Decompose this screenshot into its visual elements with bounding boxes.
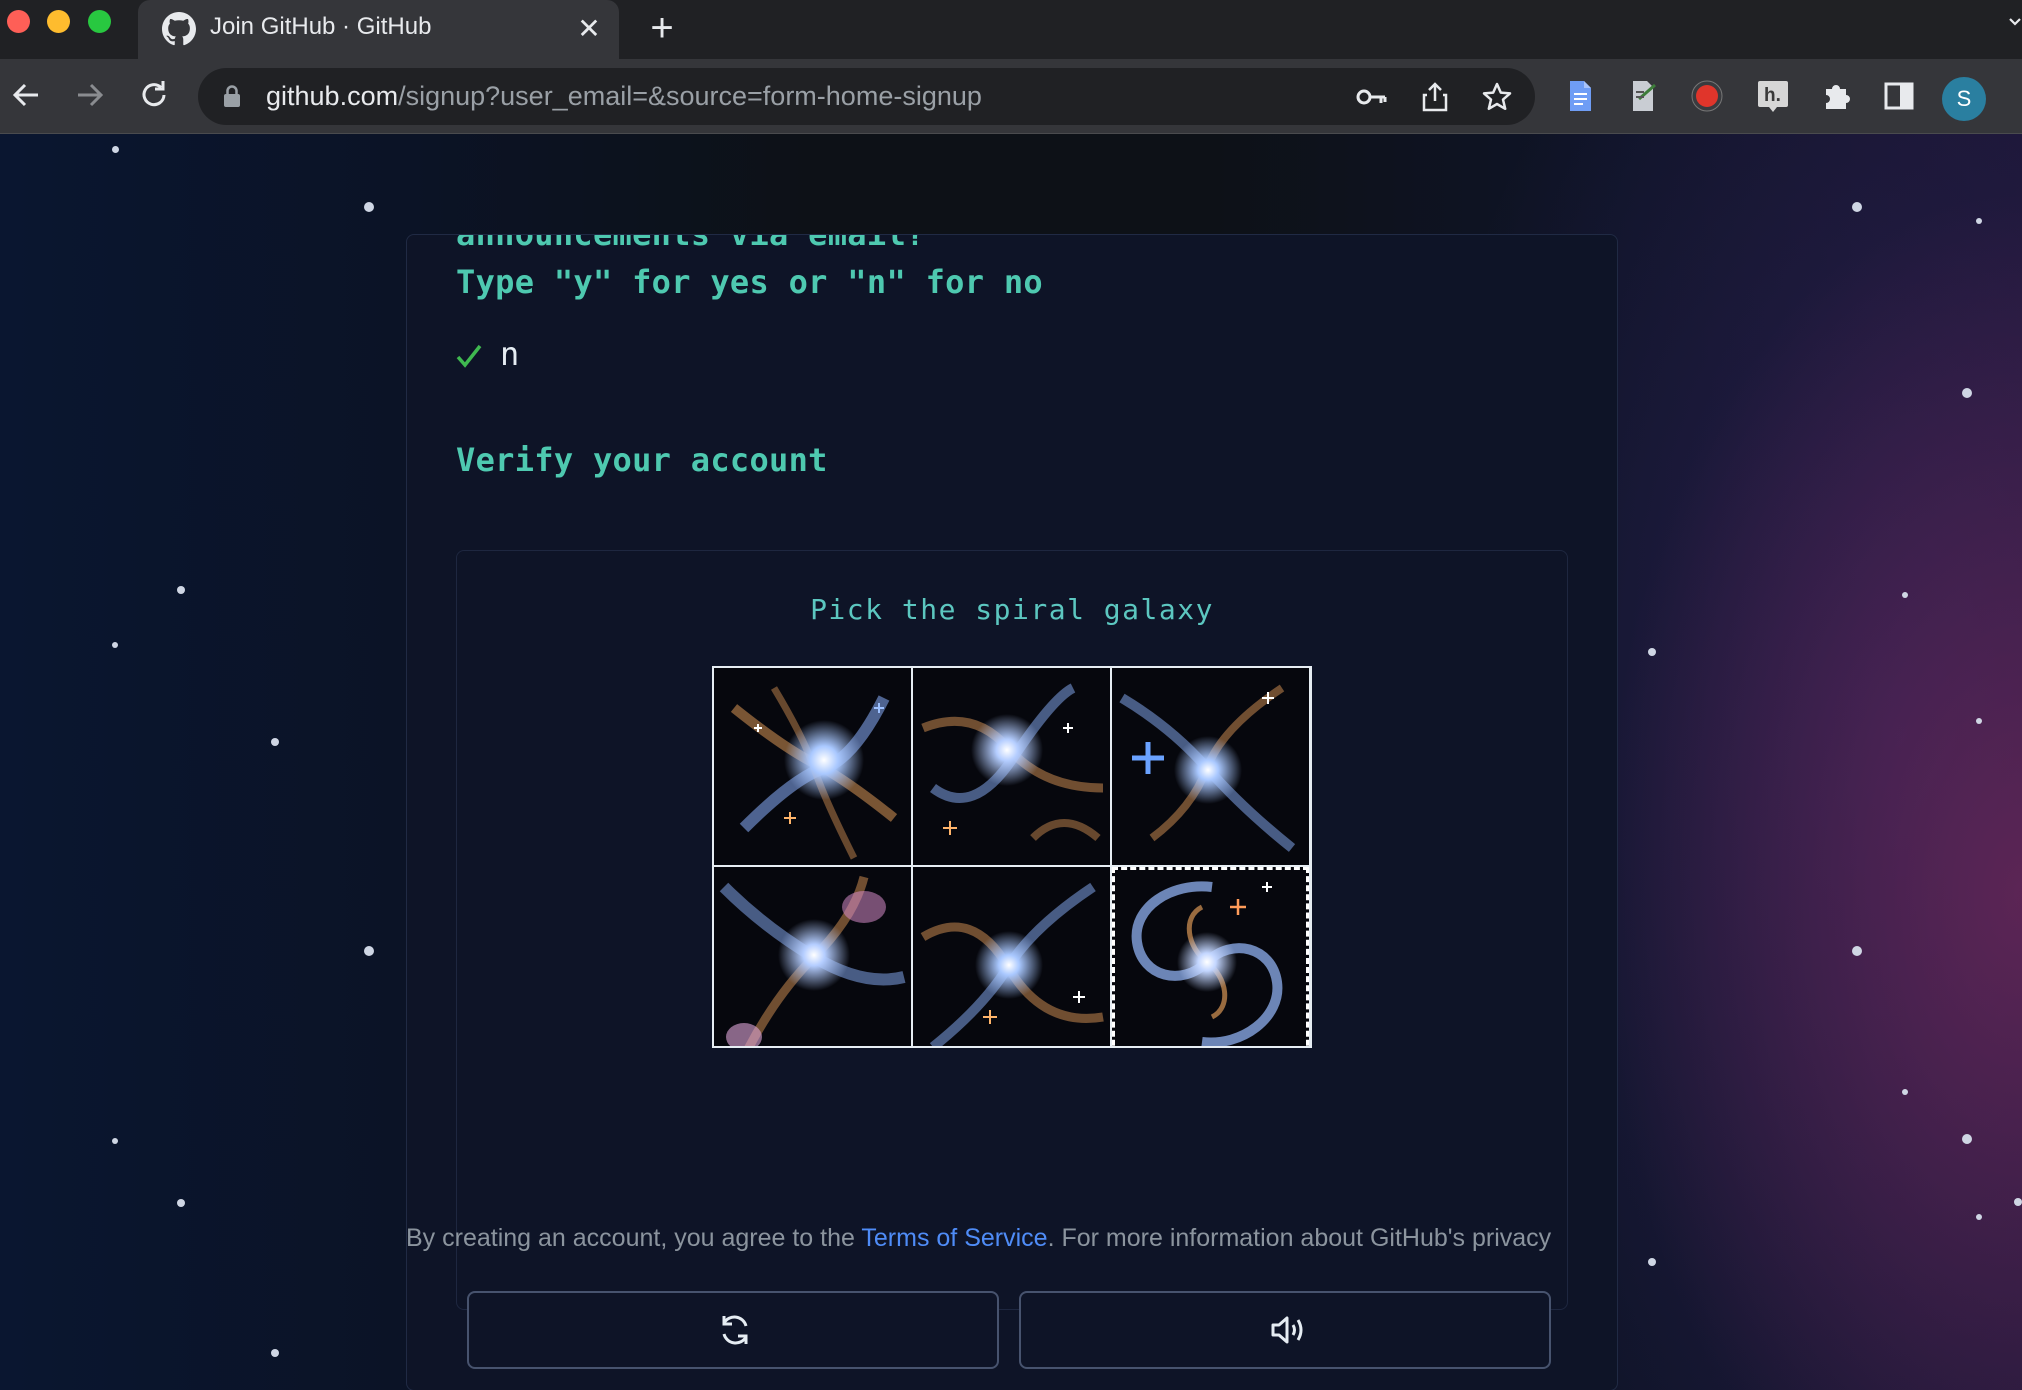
galaxy-image (913, 867, 1110, 1046)
forward-button[interactable] (70, 75, 110, 115)
profile-avatar[interactable]: S (1942, 77, 1986, 121)
new-tab-button[interactable]: + (644, 8, 680, 48)
captcha-tile-3[interactable] (1112, 668, 1309, 865)
galaxy-image (714, 668, 911, 865)
background-star (1976, 718, 1982, 724)
answer-value: n (500, 335, 520, 373)
background-star (271, 1349, 279, 1357)
tab-title: Join GitHub · GitHub (210, 13, 432, 40)
previous-question-text: announcements via email? (456, 234, 926, 253)
address-bar[interactable]: github.com/signup?user_email=&source=for… (198, 68, 1535, 125)
back-arrow-icon (12, 83, 38, 107)
captcha-panel: Pick the spiral galaxy (456, 550, 1568, 1369)
side-panel-icon[interactable] (1882, 79, 1916, 113)
galaxy-image (913, 668, 1110, 865)
background-star (2014, 1198, 2022, 1206)
galaxy-image (1112, 668, 1309, 865)
minimize-window-button[interactable] (47, 10, 70, 33)
verify-heading: Verify your account (456, 441, 828, 479)
spiral-galaxy-image (1112, 867, 1309, 1046)
background-star (1852, 202, 1862, 212)
url-text[interactable]: github.com/signup?user_email=&source=for… (266, 81, 982, 112)
close-tab-icon[interactable]: ✕ (572, 12, 606, 46)
background-star (1648, 1258, 1656, 1266)
background-star (112, 146, 119, 153)
back-button[interactable] (6, 75, 46, 115)
background-star (364, 946, 374, 956)
github-logo-icon (162, 12, 196, 46)
background-star (1648, 648, 1656, 656)
audio-icon (1271, 1316, 1303, 1344)
captcha-tile-6[interactable] (1112, 867, 1309, 1046)
background-star (177, 586, 185, 594)
url-host: github.com (266, 81, 399, 111)
galaxy-image (714, 867, 911, 1046)
record-extension-icon[interactable] (1690, 79, 1724, 113)
notes-extension-icon[interactable] (1625, 79, 1659, 113)
background-star (177, 1199, 185, 1207)
captcha-tile-5[interactable] (913, 867, 1110, 1046)
background-star (1976, 1214, 1982, 1220)
hypothesis-extension-icon[interactable]: h. (1756, 79, 1790, 113)
tab-search-chevron-icon[interactable] (2008, 12, 2022, 32)
question-prompt: Type "y" for yes or "n" for no (456, 263, 1043, 301)
captcha-instruction: Pick the spiral galaxy (810, 593, 1214, 626)
page-background: announcements via email? Type "y" for ye… (0, 134, 2022, 1390)
bookmark-star-icon[interactable] (1480, 80, 1514, 114)
share-icon[interactable] (1418, 80, 1452, 114)
background-star (364, 202, 374, 212)
reload-icon (142, 81, 166, 107)
signup-card: announcements via email? Type "y" for ye… (406, 234, 1618, 1390)
background-star (112, 642, 118, 648)
background-star (1976, 218, 1982, 224)
browser-toolbar: github.com/signup?user_email=&source=for… (0, 59, 2022, 134)
captcha-image-grid (712, 666, 1312, 1048)
forward-arrow-icon (78, 83, 104, 107)
background-star (1962, 1134, 1972, 1144)
captcha-tile-1[interactable] (714, 668, 911, 865)
browser-tab-bar: Join GitHub · GitHub ✕ + (0, 0, 2022, 59)
svg-text:h.: h. (1764, 85, 1781, 106)
background-star (1902, 1089, 1908, 1095)
refresh-icon (722, 1315, 748, 1345)
footer-text-after: . For more information about GitHub's pr… (1047, 1224, 1552, 1252)
background-star (112, 1138, 118, 1144)
refresh-captcha-button[interactable] (467, 1291, 999, 1369)
key-icon[interactable] (1354, 80, 1388, 114)
reload-button[interactable] (134, 75, 174, 115)
url-path: /signup?user_email=&source=form-home-sig… (398, 81, 982, 111)
captcha-tile-2[interactable] (913, 668, 1110, 865)
close-window-button[interactable] (7, 10, 30, 33)
footer-legal-text: By creating an account, you agree to the… (406, 1224, 1551, 1253)
terms-of-service-link[interactable]: Terms of Service (861, 1224, 1047, 1252)
background-star (1962, 388, 1972, 398)
browser-tab-active[interactable]: Join GitHub · GitHub ✕ (138, 0, 619, 59)
captcha-tile-4[interactable] (714, 867, 911, 1046)
lock-icon[interactable] (222, 84, 242, 108)
maximize-window-button[interactable] (88, 10, 111, 33)
extensions-puzzle-icon[interactable] (1820, 79, 1854, 113)
footer-text-before: By creating an account, you agree to the (406, 1224, 862, 1252)
background-star (1902, 592, 1908, 598)
background-star (271, 738, 279, 746)
check-icon (456, 344, 482, 368)
background-star (1852, 946, 1862, 956)
google-docs-extension-icon[interactable] (1563, 79, 1597, 113)
audio-captcha-button[interactable] (1019, 1291, 1551, 1369)
